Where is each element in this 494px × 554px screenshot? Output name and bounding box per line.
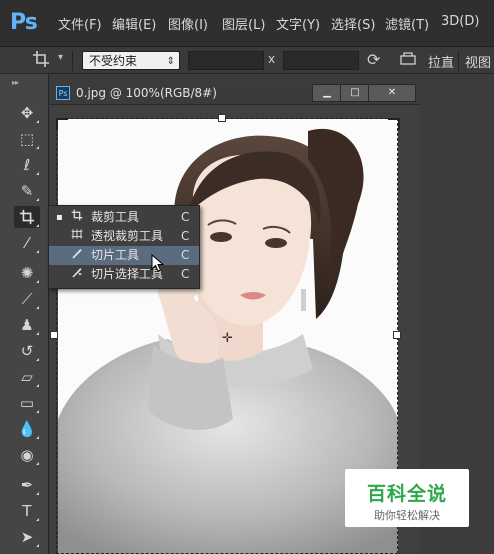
- watermark-badge: 百科全说 助你轻松解决: [345, 469, 469, 527]
- height-input[interactable]: [283, 51, 359, 70]
- maximize-button[interactable]: □: [340, 84, 370, 102]
- watermark-subtitle: 助你轻松解决: [374, 509, 440, 522]
- menu-file[interactable]: 文件(F): [58, 14, 102, 33]
- crop-corner-handle[interactable]: [388, 118, 400, 130]
- preset-dropdown-arrow-icon[interactable]: ▾: [58, 52, 63, 63]
- selected-bullet-icon: ▪: [56, 212, 63, 223]
- crop-tools-flyout: ▪ 裁剪工具 C 透视裁剪工具 C 切片工具 C 切片选择工具 C: [48, 205, 200, 289]
- slice-icon: [69, 246, 85, 265]
- view-button[interactable]: 视图: [465, 52, 491, 71]
- separator: [458, 51, 459, 71]
- crop-edge-handle[interactable]: [218, 114, 226, 122]
- blur-tool-icon[interactable]: 💧: [14, 418, 40, 440]
- chevron-updown-icon: ⇕: [166, 56, 175, 67]
- dimension-separator: x: [268, 52, 276, 66]
- healing-tool-icon[interactable]: ✺: [14, 262, 40, 284]
- flyout-item-crop[interactable]: ▪ 裁剪工具 C: [49, 208, 199, 227]
- quick-select-tool-icon[interactable]: ✎: [14, 180, 40, 202]
- swap-rotate-icon[interactable]: ⟳: [367, 50, 380, 69]
- crop-edge-handle[interactable]: [50, 331, 58, 339]
- straighten-icon[interactable]: [400, 51, 416, 67]
- marquee-tool-icon[interactable]: ⬚: [14, 128, 40, 150]
- ratio-select[interactable]: 不受约束 ⇕: [82, 51, 180, 70]
- perspective-crop-icon: [69, 227, 85, 246]
- menu-filter[interactable]: 滤镜(T): [385, 14, 429, 33]
- width-input[interactable]: [188, 51, 264, 70]
- photoshop-window: Ps 文件(F) 编辑(E) 图像(I) 图层(L) 文字(Y) 选择(S) 滤…: [0, 0, 494, 554]
- flyout-label: 透视裁剪工具: [91, 229, 164, 243]
- options-bar: ▾ 不受约束 ⇕ x ⟳ 拉直 视图: [0, 47, 494, 74]
- brush-tool-icon[interactable]: ⟋: [14, 288, 40, 310]
- pen-tool-icon[interactable]: ✒: [14, 474, 40, 496]
- ratio-select-value: 不受约束: [89, 54, 138, 68]
- move-tool-icon[interactable]: ✥: [14, 102, 40, 124]
- gradient-tool-icon[interactable]: ▭: [14, 392, 40, 414]
- document-title: 0.jpg @ 100%(RGB/8#): [76, 86, 217, 100]
- type-tool-icon[interactable]: T: [14, 500, 40, 522]
- crop-icon: [69, 208, 85, 227]
- eyedropper-tool-icon[interactable]: ⁄: [14, 232, 40, 254]
- menu-image[interactable]: 图像(I): [168, 14, 208, 33]
- path-select-tool-icon[interactable]: ➤: [14, 526, 40, 548]
- flyout-label: 切片工具: [91, 248, 140, 262]
- menu-type[interactable]: 文字(Y): [276, 14, 320, 33]
- slice-select-icon: [69, 265, 85, 284]
- ps-file-icon: Ps: [56, 86, 70, 100]
- eraser-tool-icon[interactable]: ▱: [14, 366, 40, 388]
- document-tab[interactable]: Ps 0.jpg @ 100%(RGB/8#) ▁ □ ✕: [50, 82, 420, 105]
- flyout-label: 裁剪工具: [91, 210, 140, 224]
- menu-select[interactable]: 选择(S): [331, 14, 375, 33]
- shortcut-key: C: [181, 248, 190, 262]
- menu-bar: Ps 文件(F) 编辑(E) 图像(I) 图层(L) 文字(Y) 选择(S) 滤…: [0, 0, 494, 47]
- menu-3d[interactable]: 3D(D): [441, 14, 479, 29]
- panel-grip-icon[interactable]: ▸▸: [12, 78, 19, 87]
- flyout-item-slice[interactable]: 切片工具 C: [49, 246, 199, 265]
- tools-panel: ▸▸ ✥ ⬚ ℓ ✎ ⁄ ✺ ⟋ ♟ ↺ ▱ ▭ 💧 ◉ ✒ T ➤: [0, 74, 49, 554]
- crop-edge-handle[interactable]: [393, 331, 401, 339]
- crop-preset-icon[interactable]: [30, 50, 52, 70]
- shortcut-key: C: [181, 267, 190, 281]
- menu-edit[interactable]: 编辑(E): [112, 14, 156, 33]
- shortcut-key: C: [181, 210, 190, 224]
- minimize-button[interactable]: ▁: [312, 84, 342, 102]
- watermark-title: 百科全说: [366, 483, 447, 505]
- straighten-button[interactable]: 拉直: [428, 52, 454, 71]
- shortcut-key: C: [181, 229, 190, 243]
- flyout-item-perspective-crop[interactable]: 透视裁剪工具 C: [49, 227, 199, 246]
- crop-tool-icon[interactable]: [14, 206, 40, 228]
- close-button[interactable]: ✕: [368, 84, 416, 102]
- dodge-tool-icon[interactable]: ◉: [14, 444, 40, 466]
- separator: [72, 51, 73, 71]
- ps-logo: Ps: [10, 10, 38, 35]
- stamp-tool-icon[interactable]: ♟: [14, 314, 40, 336]
- crop-corner-handle[interactable]: [56, 118, 68, 130]
- history-brush-tool-icon[interactable]: ↺: [14, 340, 40, 362]
- flyout-item-slice-select[interactable]: 切片选择工具 C: [49, 265, 199, 284]
- menu-layer[interactable]: 图层(L): [222, 14, 265, 33]
- mouse-pointer-icon: [151, 253, 165, 272]
- crop-center-icon: ✛: [222, 331, 233, 346]
- lasso-tool-icon[interactable]: ℓ: [14, 154, 40, 176]
